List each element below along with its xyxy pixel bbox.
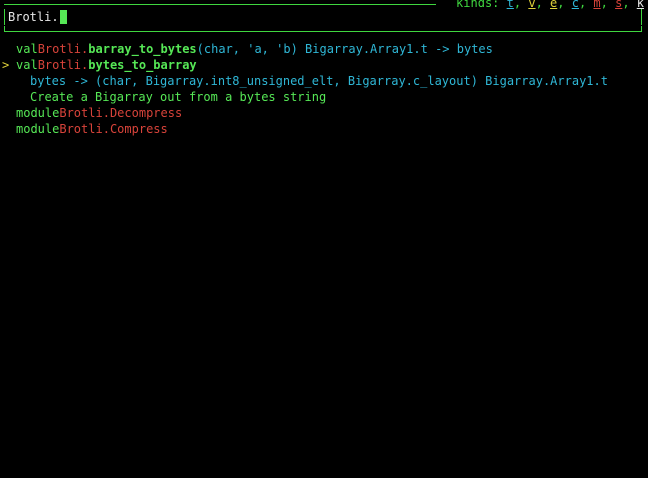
kind-filter-s[interactable]: s xyxy=(615,0,622,10)
kind-filter-m[interactable]: m xyxy=(593,0,600,10)
kind-keyword: val xyxy=(16,42,38,56)
module-separator: . xyxy=(81,58,89,72)
kind-keyword: module xyxy=(16,106,60,120)
result-doc: Create a Bigarray out from a bytes strin… xyxy=(30,90,327,104)
result-module-name: Brotli xyxy=(37,42,82,56)
kinds-filter: kinds: t, v, e, c, m, s, k xyxy=(450,0,644,11)
search-query-text: Brotli. xyxy=(8,10,59,24)
result-item-compress[interactable]: module Brotli. Compress xyxy=(0,121,648,137)
result-item-bytes-to-barray[interactable]: > val Brotli. bytes_to_barray xyxy=(0,57,648,73)
result-detail-signature: bytes -> (char, Bigarray.int8_unsigned_e… xyxy=(30,74,608,88)
kind-keyword: val xyxy=(16,58,38,72)
result-doc-row: Create a Bigarray out from a bytes strin… xyxy=(0,89,648,105)
result-module-name: Brotli xyxy=(59,106,103,120)
search-input[interactable]: Brotli. xyxy=(8,9,67,25)
kinds-label: kinds: xyxy=(456,0,500,10)
frame-right-border xyxy=(641,9,644,25)
result-identifier: Decompress xyxy=(109,106,183,120)
results-list: val Brotli. barray_to_bytes (char, 'a, 'b… xyxy=(0,41,648,137)
result-identifier: Compress xyxy=(109,122,168,136)
result-item-barray-to-bytes[interactable]: val Brotli. barray_to_bytes (char, 'a, 'b… xyxy=(0,41,648,57)
selection-marker: > xyxy=(2,58,10,72)
result-signature: (char, 'a, 'b) Bigarray.Array1.t -> byte… xyxy=(196,42,493,56)
frame-left-border xyxy=(4,9,7,25)
frame-bottom-border xyxy=(4,31,642,32)
kind-filter-c[interactable]: c xyxy=(572,0,579,10)
result-module-name: Brotli xyxy=(59,122,103,136)
kind-filter-e[interactable]: e xyxy=(550,0,557,10)
result-module-name: Brotli xyxy=(37,58,82,72)
result-identifier: barray_to_bytes xyxy=(88,42,197,56)
module-separator: . xyxy=(102,122,110,136)
module-separator: . xyxy=(81,42,89,56)
kind-filter-v[interactable]: v xyxy=(528,0,535,10)
frame-top-border xyxy=(4,4,436,5)
text-cursor xyxy=(59,10,67,24)
kind-keyword: module xyxy=(16,122,60,136)
module-separator: . xyxy=(102,106,110,120)
terminal-window: kinds: t, v, e, c, m, s, k Brotli. val B… xyxy=(0,0,648,478)
kind-filter-t[interactable]: t xyxy=(507,0,514,10)
result-detail-signature-row: bytes -> (char, Bigarray.int8_unsigned_e… xyxy=(0,73,648,89)
result-identifier: bytes_to_barray xyxy=(88,58,197,72)
result-item-decompress[interactable]: module Brotli. Decompress xyxy=(0,105,648,121)
